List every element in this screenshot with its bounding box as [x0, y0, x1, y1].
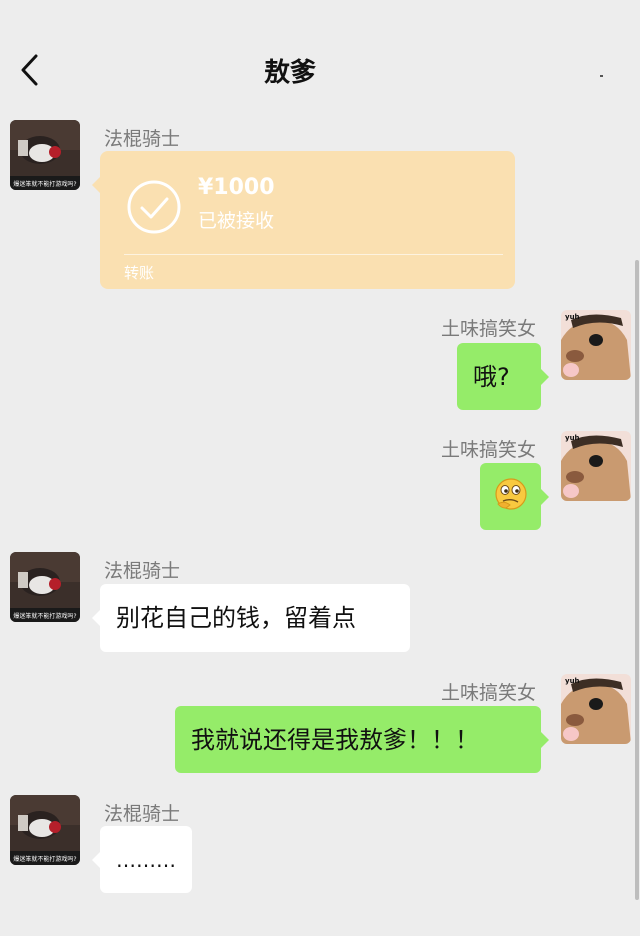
sender-name: 法棍骑士 — [104, 560, 181, 582]
divider — [124, 254, 503, 255]
transfer-status: 已被接收 — [198, 210, 275, 232]
sender-name: 土味搞笑女 — [440, 682, 536, 704]
svg-text:yuh: yuh — [565, 434, 580, 442]
message-text: ……… — [116, 848, 176, 872]
svg-text:爆迷笨就不能打游戏吗?: 爆迷笨就不能打游戏吗? — [13, 180, 76, 188]
message-bubble[interactable]: ……… — [92, 826, 192, 893]
message-bubble[interactable]: 哦? — [457, 343, 549, 410]
avatar-fagun-knight[interactable]: 爆迷笨就不能打游戏吗? — [10, 795, 80, 865]
transfer-amount: ¥1000 — [198, 175, 275, 200]
avatar-fagun-knight[interactable]: 爆迷笨就不能打游戏吗? — [10, 552, 80, 622]
avatar-tuwei-girl[interactable]: yuh — [561, 310, 631, 380]
message-text: 我就说还得是我敖爹！！！ — [191, 726, 479, 754]
sender-name: 土味搞笑女 — [440, 439, 536, 461]
more-dot-icon[interactable] — [600, 75, 603, 77]
svg-text:yuh: yuh — [565, 677, 580, 685]
message-bubble[interactable]: 别花自己的钱，留着点 — [92, 584, 410, 652]
transfer-label: 转账 — [124, 264, 155, 282]
sender-name: 法棍骑士 — [104, 803, 181, 825]
chat-title: 敖爹 — [263, 58, 316, 88]
svg-text:yuh: yuh — [565, 313, 580, 321]
sender-name: 法棍骑士 — [104, 128, 181, 150]
message-text: 别花自己的钱，留着点 — [116, 604, 356, 632]
scrollbar[interactable] — [635, 260, 639, 900]
message-text: 哦? — [473, 363, 510, 391]
check-circle-icon — [127, 180, 181, 234]
thinking-face-emoji-icon — [495, 478, 527, 510]
sender-name: 土味搞笑女 — [440, 318, 536, 340]
transfer-card[interactable]: ¥1000 已被接收 转账 — [92, 151, 515, 289]
avatar-tuwei-girl[interactable]: yuh — [561, 674, 631, 744]
message-bubble[interactable]: 我就说还得是我敖爹！！！ — [175, 706, 549, 773]
avatar-tuwei-girl[interactable]: yuh — [561, 431, 631, 501]
avatar-fagun-knight[interactable]: 爆迷笨就不能打游戏吗? — [10, 120, 80, 190]
svg-text:爆迷笨就不能打游戏吗?: 爆迷笨就不能打游戏吗? — [13, 855, 76, 863]
svg-text:爆迷笨就不能打游戏吗?: 爆迷笨就不能打游戏吗? — [13, 612, 76, 620]
sticker-bubble[interactable] — [480, 463, 549, 530]
